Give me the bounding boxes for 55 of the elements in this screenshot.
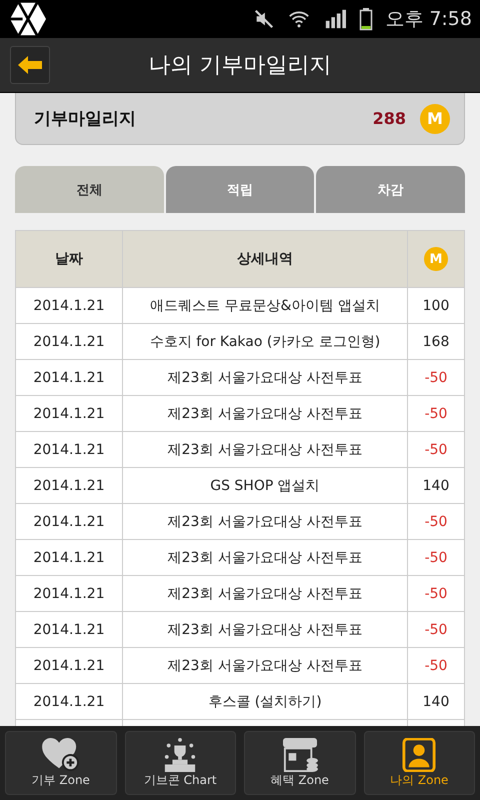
- date-cell: 2014.1.21: [16, 648, 122, 684]
- date-cell: 2014.1.21: [16, 504, 122, 540]
- detail-cell: 제23회 서울가요대상 사전투표: [122, 396, 408, 432]
- date-cell: 2014.1.21: [16, 468, 122, 504]
- amount-cell: -50: [408, 648, 464, 684]
- amount-cell: -50: [408, 504, 464, 540]
- mileage-coin-icon: M: [420, 104, 450, 134]
- page-title: 나의 기부마일리지: [148, 52, 332, 80]
- column-header: 날짜: [16, 230, 122, 288]
- detail-cell: 후스콜 (설치하기): [122, 684, 408, 720]
- date-cell: 2014.1.21: [16, 288, 122, 324]
- detail-cell: 수호지 for Kakao (카카오 로그인형): [122, 324, 408, 360]
- amount-cell: -50: [408, 432, 464, 468]
- clock-time: 오후 7:58: [385, 7, 472, 32]
- nav-tab[interactable]: 나의 Zone: [364, 731, 475, 795]
- amount-cell: -50: [408, 540, 464, 576]
- detail-cell: 제23회 서울가요대상 사전투표: [122, 504, 408, 540]
- detail-cell: 애드퀘스트 무료문상&아이템 앱설치: [122, 288, 408, 324]
- column-header: 상세내역: [122, 230, 408, 288]
- heart-plus-icon: [40, 738, 81, 772]
- amount-cell: -50: [408, 396, 464, 432]
- detail-cell: 제23회 서울가요대상 사전투표: [122, 576, 408, 612]
- date-cell: 2014.1.21: [16, 432, 122, 468]
- amount-cell: -50: [408, 576, 464, 612]
- amount-cell: 140: [408, 684, 464, 720]
- amount-cell: 140: [408, 468, 464, 504]
- detail-cell: 제23회 서울가요대상 사전투표: [122, 648, 408, 684]
- amount-cell: -50: [408, 612, 464, 648]
- detail-cell: 제23회 서울가요대상 사전투표: [122, 540, 408, 576]
- nav-tab[interactable]: 기부 Zone: [5, 731, 116, 795]
- mileage-total: 288: [372, 109, 406, 128]
- nav-tab[interactable]: 기브콘 Chart: [124, 731, 236, 795]
- detail-cell: 제23회 서울가요대상 사전투표: [122, 360, 408, 396]
- signal-icon: [323, 8, 348, 30]
- mileage-label: 기부마일리지: [34, 108, 137, 130]
- battery-icon: [359, 7, 374, 31]
- date-cell: 2014.1.21: [16, 576, 122, 612]
- filter-tab[interactable]: 전체: [15, 166, 164, 213]
- amount-cell: -50: [408, 360, 464, 396]
- date-cell: 2014.1.21: [16, 540, 122, 576]
- mute-icon: [253, 8, 276, 30]
- amount-cell: 168: [408, 324, 464, 360]
- date-cell: 2014.1.21: [16, 612, 122, 648]
- detail-cell: GS SHOP 앱설치: [122, 468, 408, 504]
- detail-cell: 제23회 서울가요대상 사전투표: [122, 432, 408, 468]
- detail-cell: 제23회 서울가요대상 사전투표: [122, 612, 408, 648]
- mileage-coin-icon: M: [424, 247, 448, 271]
- date-cell: 2014.1.21: [16, 396, 122, 432]
- back-button[interactable]: [10, 46, 50, 84]
- nav-tab[interactable]: 혜택 Zone: [244, 731, 356, 795]
- back-arrow-icon: [18, 55, 42, 75]
- date-cell: 2014.1.21: [16, 360, 122, 396]
- date-cell: 2014.1.21: [16, 684, 122, 720]
- date-cell: 2014.1.21: [16, 324, 122, 360]
- amount-cell: 100: [408, 288, 464, 324]
